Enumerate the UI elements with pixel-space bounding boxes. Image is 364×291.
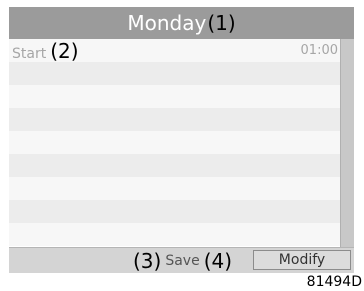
save-button[interactable]: Save: [165, 253, 199, 269]
start-time-value: 01:00: [300, 43, 338, 58]
list-item[interactable]: [9, 223, 340, 246]
scrollbar[interactable]: [340, 39, 354, 247]
list-item[interactable]: [9, 131, 340, 154]
list-item[interactable]: [9, 177, 340, 200]
reference-code: 81494D: [306, 274, 362, 290]
modify-annotation: (4): [203, 248, 233, 273]
save-annotation: (3): [133, 248, 162, 273]
list-item[interactable]: [9, 62, 340, 85]
page-title: Monday: [127, 11, 207, 35]
bottom-bar: (3) Save (4) Modify: [9, 247, 354, 273]
controller-display: Monday (1) Start (2) 01:00 (3) Save (4) M…: [9, 7, 354, 273]
title-bar: Monday (1): [9, 7, 354, 39]
start-label: Start: [12, 45, 47, 62]
list-item[interactable]: [9, 200, 340, 223]
list-item[interactable]: Start (2) 01:00: [9, 39, 340, 63]
list-item[interactable]: [9, 108, 340, 131]
list-item[interactable]: [9, 85, 340, 108]
modify-button[interactable]: Modify: [253, 250, 351, 270]
start-label-group: Start (2): [12, 39, 79, 63]
save-group: (3) Save (4): [133, 248, 232, 273]
schedule-list: Start (2) 01:00: [9, 39, 340, 247]
list-item[interactable]: [9, 154, 340, 177]
title-annotation: (1): [207, 11, 236, 35]
start-annotation: (2): [50, 38, 79, 63]
